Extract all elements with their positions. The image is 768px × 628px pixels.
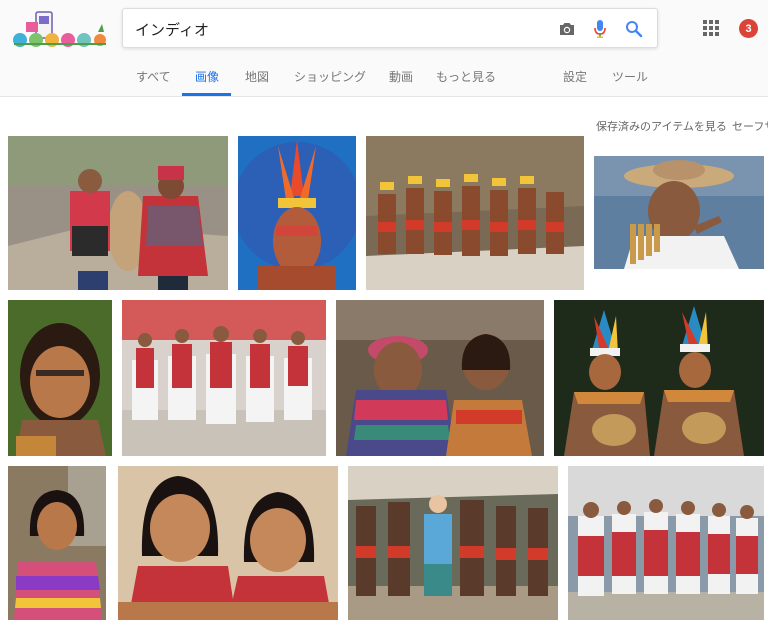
active-tab-indicator (182, 93, 231, 96)
apps-grid-icon[interactable] (703, 20, 719, 36)
search-icon[interactable] (624, 19, 644, 39)
microphone-icon[interactable] (590, 19, 610, 39)
image-result[interactable] (568, 466, 764, 620)
image-result[interactable] (238, 136, 356, 290)
image-result[interactable] (336, 300, 544, 456)
tab-videos[interactable]: 動画 (389, 68, 413, 85)
safesearch-link[interactable]: セーフサ (732, 118, 768, 134)
header-bar: 3 すべて 画像 地図 ショッピング 動画 もっと見る 設定 ツール (0, 0, 768, 97)
image-result[interactable] (8, 466, 106, 620)
notifications-badge[interactable]: 3 (739, 19, 758, 38)
saved-items-link[interactable]: 保存済みのアイテムを見る (596, 118, 727, 134)
image-result[interactable] (118, 466, 338, 620)
tab-shopping[interactable]: ショッピング (294, 68, 366, 85)
image-result[interactable] (8, 300, 112, 456)
camera-icon[interactable] (557, 19, 577, 39)
image-result[interactable] (8, 136, 228, 290)
tab-settings[interactable]: 設定 (563, 68, 587, 85)
tab-images[interactable]: 画像 (195, 68, 219, 85)
search-input[interactable] (135, 18, 535, 40)
image-result[interactable] (366, 136, 584, 290)
google-doodle-logo[interactable] (6, 10, 110, 50)
image-result[interactable] (594, 156, 764, 269)
image-result[interactable] (348, 466, 558, 620)
tab-maps[interactable]: 地図 (245, 68, 269, 85)
search-tabs: すべて 画像 地図 ショッピング 動画 もっと見る 設定 ツール (0, 62, 768, 97)
image-result[interactable] (554, 300, 764, 456)
tab-more[interactable]: もっと見る (436, 68, 496, 85)
tab-all[interactable]: すべて (136, 68, 171, 85)
image-result[interactable] (122, 300, 326, 456)
tab-tools[interactable]: ツール (612, 68, 648, 85)
search-box (122, 8, 658, 48)
